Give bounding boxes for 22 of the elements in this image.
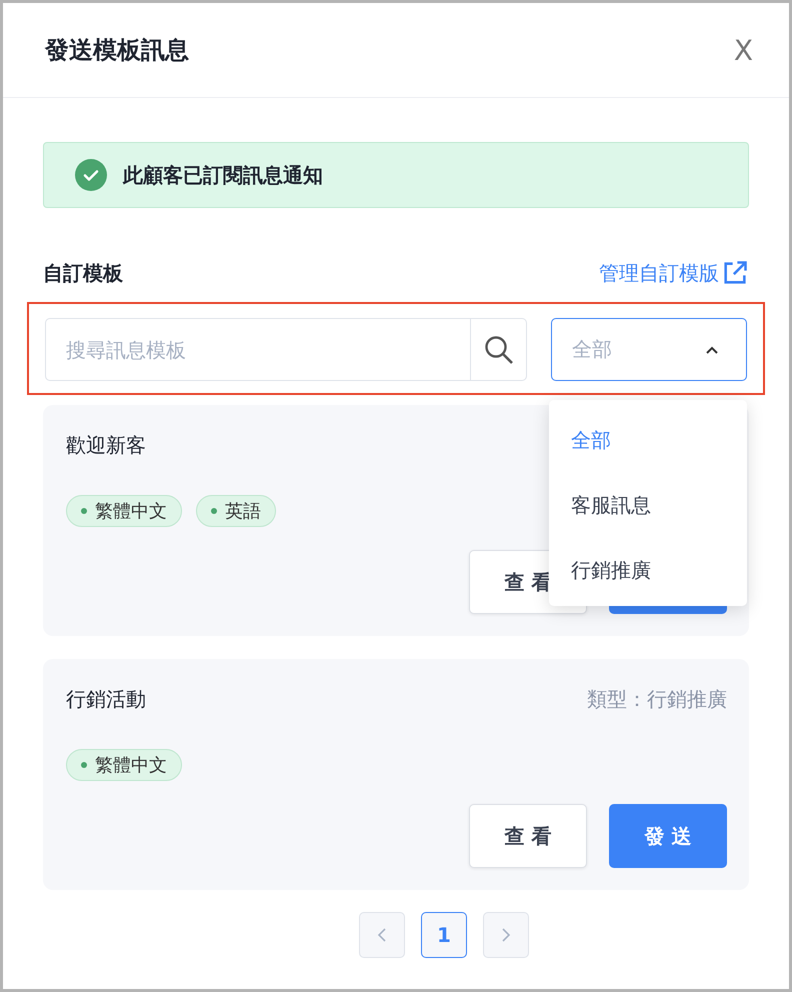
language-tag: 英語 xyxy=(196,495,276,527)
next-page-button[interactable] xyxy=(483,912,529,958)
manage-templates-link[interactable]: 管理自訂模版 xyxy=(599,259,749,287)
search-icon xyxy=(482,334,514,366)
template-name: 行銷活動 xyxy=(66,686,146,712)
template-name: 歡迎新客 xyxy=(66,432,146,458)
previous-page-button[interactable] xyxy=(359,912,405,958)
language-tag: 繁體中文 xyxy=(66,495,182,527)
dialog-title: 發送模板訊息 xyxy=(45,35,189,66)
section-title: 自訂模板 xyxy=(43,260,123,286)
template-type: 類型：行銷推廣 xyxy=(587,686,727,712)
page-button[interactable]: 1 xyxy=(421,912,467,958)
check-circle-icon xyxy=(75,159,107,191)
search-button[interactable] xyxy=(471,318,527,381)
view-button[interactable]: 查 看 xyxy=(469,804,587,868)
search-field[interactable]: 搜尋訊息模板 xyxy=(45,318,471,381)
close-button[interactable]: X xyxy=(734,34,753,66)
alert-text: 此顧客已訂閱訊息通知 xyxy=(123,162,323,188)
send-button[interactable]: 發 送 xyxy=(609,804,727,868)
dropdown-option[interactable]: 全部 xyxy=(549,408,747,473)
dropdown-option[interactable]: 客服訊息 xyxy=(549,473,747,538)
language-tag: 繁體中文 xyxy=(66,749,182,781)
